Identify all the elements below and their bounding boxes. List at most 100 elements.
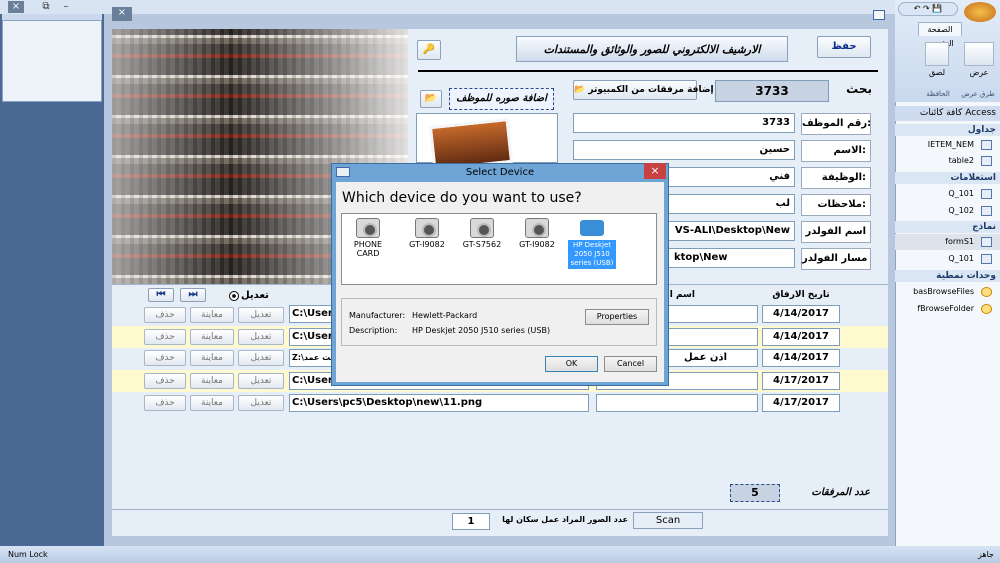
- nav-item-module[interactable]: basBrowseFiles: [895, 284, 1000, 300]
- office-button[interactable]: [964, 2, 996, 22]
- edit-radio[interactable]: [229, 291, 239, 301]
- form-icon: [981, 254, 992, 264]
- open-photo-button[interactable]: 📂: [420, 90, 442, 108]
- row-date[interactable]: 4/17/2017: [762, 372, 840, 390]
- row-edit-button[interactable]: تعديل: [238, 350, 284, 366]
- quick-access-toolbar[interactable]: ↶ ↷ 💾: [898, 2, 958, 16]
- last-record-button[interactable]: ⏭: [180, 288, 206, 302]
- row-delete-button[interactable]: حذف: [144, 329, 186, 345]
- window-close-button[interactable]: ×: [8, 1, 24, 13]
- save-button[interactable]: حفظ: [817, 36, 871, 58]
- row-edit-button[interactable]: تعديل: [238, 329, 284, 345]
- form-icon: [873, 10, 885, 20]
- emp-no-label: رقم الموظف:: [801, 113, 871, 135]
- paste-label: لصق: [928, 68, 946, 77]
- add-photo-button[interactable]: اضافة صوره للموظف: [449, 88, 554, 110]
- scan-pages-input[interactable]: 1: [452, 513, 490, 530]
- nav-item-label: Q_101: [948, 254, 974, 263]
- form-close-button[interactable]: ×: [112, 7, 132, 21]
- nav-group-forms[interactable]: نماذج: [895, 221, 1000, 233]
- nav-group-tables[interactable]: جداول: [895, 124, 1000, 136]
- nav-item-form[interactable]: formS1: [895, 234, 1000, 250]
- row-date[interactable]: 4/17/2017: [762, 394, 840, 412]
- nav-item-form[interactable]: Q_101: [895, 251, 1000, 267]
- description-value: HP Deskjet 2050 J510 series (USB): [412, 326, 551, 335]
- add-files-button[interactable]: 📂 إضافة مرفقات من الكمبيوتر: [573, 80, 714, 100]
- row-date[interactable]: 4/14/2017: [762, 328, 840, 346]
- col-date-header: تاريخ الارفاق: [772, 290, 830, 300]
- row-edit-button[interactable]: تعديل: [238, 373, 284, 389]
- folder-name-label: اسم الفولدر: [801, 221, 871, 243]
- device-item[interactable]: GT-S7562: [459, 218, 505, 249]
- employee-photo: [416, 113, 558, 172]
- status-bar: [0, 546, 1000, 563]
- scan-button[interactable]: Scan: [633, 512, 703, 529]
- search-value[interactable]: 3733: [715, 80, 829, 102]
- status-ready: جاهز: [977, 550, 994, 559]
- row-delete-button[interactable]: حذف: [144, 395, 186, 411]
- nav-item-label: Q_101: [948, 189, 974, 198]
- nav-group-modules[interactable]: وحدات نمطية: [895, 270, 1000, 282]
- view-label: عرض: [969, 68, 989, 77]
- clipboard-group-label: الحافظة: [926, 90, 950, 98]
- nav-item-query[interactable]: Q_102: [895, 203, 1000, 219]
- row-preview-button[interactable]: معاينة: [190, 307, 234, 323]
- row-preview-button[interactable]: معاينة: [190, 350, 234, 366]
- nav-header[interactable]: كافة كائنات Access: [895, 106, 1000, 121]
- table-icon: [981, 156, 992, 166]
- module-icon: [981, 287, 992, 297]
- left-pane-panel: [2, 20, 102, 102]
- camera-icon: [356, 218, 380, 238]
- nav-item-module[interactable]: fBrowseFolder: [895, 301, 1000, 317]
- table-icon: [981, 140, 992, 150]
- manufacturer-value: Hewlett-Packard: [412, 311, 478, 320]
- job-label: الوظيفة:: [801, 167, 871, 189]
- dialog-question: Which device do you want to use?: [342, 190, 582, 206]
- row-date[interactable]: 4/14/2017: [762, 349, 840, 367]
- device-item[interactable]: GT-I9082: [514, 218, 560, 249]
- tab-home[interactable]: الصفحة الرئيسية: [918, 22, 962, 48]
- row-path[interactable]: C:\Users\pc5\Desktop\new\11.png: [289, 394, 589, 412]
- device-item[interactable]: GT-I9082: [404, 218, 450, 249]
- window-restore-button[interactable]: ⧉: [38, 1, 54, 13]
- nav-item-table[interactable]: table2: [895, 153, 1000, 169]
- paste-icon[interactable]: [925, 42, 949, 66]
- camera-icon: [470, 218, 494, 238]
- nav-group-queries[interactable]: استعلامات: [895, 172, 1000, 184]
- row-delete-button[interactable]: حذف: [144, 307, 186, 323]
- header-separator: [418, 70, 878, 72]
- row-preview-button[interactable]: معاينة: [190, 373, 234, 389]
- row-preview-button[interactable]: معاينة: [190, 329, 234, 345]
- first-record-button[interactable]: ⏮: [148, 288, 174, 302]
- row-edit-button[interactable]: تعديل: [238, 395, 284, 411]
- ok-button[interactable]: OK: [545, 356, 598, 372]
- form-title: الارشيف الالكتروني للصور والوثائق والمست…: [516, 36, 788, 62]
- row-date[interactable]: 4/14/2017: [762, 305, 840, 323]
- query-icon: [981, 189, 992, 199]
- nav-item-label: table2: [948, 156, 974, 165]
- name-input[interactable]: حسين: [573, 140, 795, 160]
- emp-no-input[interactable]: 3733: [573, 113, 795, 133]
- edit-mode-label: تعديل: [241, 290, 269, 301]
- query-icon: [981, 206, 992, 216]
- row-edit-button[interactable]: تعديل: [238, 307, 284, 323]
- nav-item-label: fBrowseFolder: [917, 304, 974, 313]
- window-minimize-button[interactable]: –: [58, 1, 74, 13]
- row-delete-button[interactable]: حذف: [144, 350, 186, 366]
- key-icon-button[interactable]: 🔑: [417, 40, 441, 60]
- view-icon[interactable]: [964, 42, 994, 66]
- row-delete-button[interactable]: حذف: [144, 373, 186, 389]
- device-item-selected[interactable]: HP Deskjet 2050 J510 series (USB): [568, 218, 616, 269]
- properties-button[interactable]: Properties: [585, 309, 649, 325]
- device-label: GT-I9082: [409, 240, 445, 249]
- row-preview-button[interactable]: معاينة: [190, 395, 234, 411]
- dialog-close-button[interactable]: ×: [644, 163, 666, 179]
- device-item[interactable]: PHONE CARD: [345, 218, 391, 258]
- status-numlock: Num Lock: [8, 550, 48, 559]
- row-name[interactable]: [596, 394, 758, 412]
- device-label: GT-I9082: [519, 240, 555, 249]
- device-label: PHONE CARD: [353, 240, 383, 258]
- cancel-button[interactable]: Cancel: [604, 356, 657, 372]
- nav-item-table[interactable]: IETEM_NEM: [895, 137, 1000, 153]
- nav-item-query[interactable]: Q_101: [895, 186, 1000, 202]
